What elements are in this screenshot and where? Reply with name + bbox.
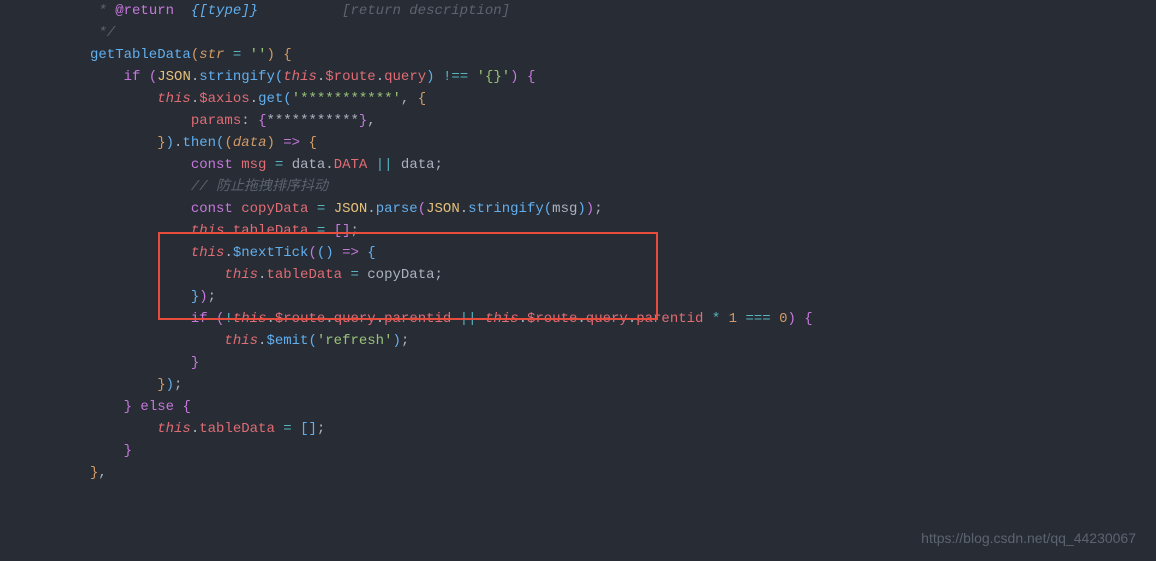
code-line: } (90, 440, 1156, 462)
code-line: if (JSON.stringify(this.$route.query) !=… (90, 66, 1156, 88)
code-line: this.tableData = []; (90, 418, 1156, 440)
code-line: }).then((data) => { (90, 132, 1156, 154)
watermark: https://blog.csdn.net/qq_44230067 (921, 527, 1136, 549)
code-line: this.$axios.get('***********', { (90, 88, 1156, 110)
code-line: // 防止拖拽排序抖动 (90, 176, 1156, 198)
code-line: }, (90, 462, 1156, 484)
code-line: const copyData = JSON.parse(JSON.stringi… (90, 198, 1156, 220)
code-line: } (90, 352, 1156, 374)
code-line: params: {***********}, (90, 110, 1156, 132)
code-line: if (!this.$route.query.parentid || this.… (90, 308, 1156, 330)
code-line: }); (90, 286, 1156, 308)
code-line: * @return {[type]} [return description] (90, 0, 1156, 22)
code-editor[interactable]: * @return {[type]} [return description] … (0, 0, 1156, 484)
code-line: }); (90, 374, 1156, 396)
code-line: } else { (90, 396, 1156, 418)
code-line: this.tableData = []; (90, 220, 1156, 242)
code-line: this.tableData = copyData; (90, 264, 1156, 286)
code-line: */ (90, 22, 1156, 44)
code-line: this.$emit('refresh'); (90, 330, 1156, 352)
code-line: const msg = data.DATA || data; (90, 154, 1156, 176)
code-line: this.$nextTick(() => { (90, 242, 1156, 264)
code-line: getTableData(str = '') { (90, 44, 1156, 66)
